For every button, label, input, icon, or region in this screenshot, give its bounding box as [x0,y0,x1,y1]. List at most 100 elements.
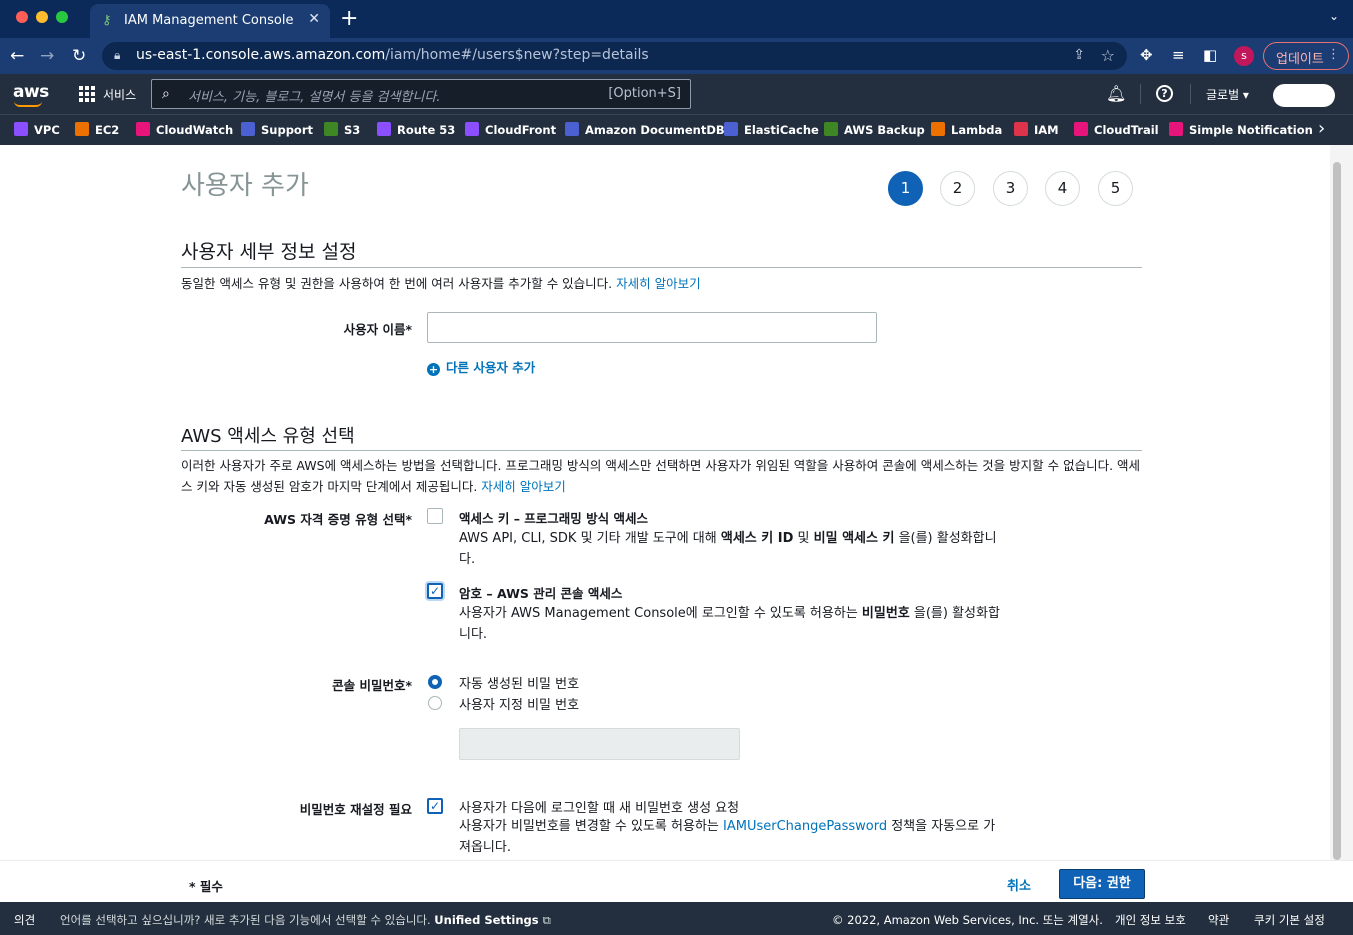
tab-title: IAM Management Console [124,13,294,28]
favorite-s3[interactable]: S3 [324,122,360,137]
favorite-documentdb[interactable]: Amazon DocumentDB [565,122,725,137]
window-zoom-button[interactable] [56,11,68,23]
favorite-cloudtrail[interactable]: CloudTrail [1074,122,1159,137]
username-label: 사용자 이름* [343,322,412,337]
custom-password-radio[interactable] [428,696,442,710]
documentdb-icon [565,122,579,136]
favorites-bar: VPC EC2 CloudWatch Support S3 Route 53 C… [0,114,1353,145]
window-close-button[interactable] [16,11,28,23]
side-panel-icon[interactable]: ◧ [1203,46,1217,64]
share-icon[interactable]: ⇪ [1073,47,1085,63]
extensions-puzzle-icon[interactable]: ✥ [1140,46,1153,64]
notifications-bell-icon[interactable]: 🔔︎ [1106,84,1126,103]
learn-more-link[interactable]: 자세히 알아보기 [616,276,700,291]
favorite-iam[interactable]: IAM [1014,122,1059,137]
media-queue-icon[interactable]: ≡ [1172,46,1185,64]
wizard-step-2[interactable]: 2 [940,171,975,206]
access-key-option-title: 액세스 키 – 프로그래밍 방식 액세스 [459,511,649,526]
elasticache-icon [724,122,738,136]
external-link-icon: ⧉ [542,913,551,927]
tab-search-chevron-icon[interactable]: ⌄ [1329,9,1339,23]
divider [181,450,1142,451]
iam-user-change-password-link[interactable]: IAMUserChangePassword [723,819,887,834]
privacy-link[interactable]: 개인 정보 보호 [1115,912,1186,928]
reset-password-title: 사용자가 다음에 로그인할 때 새 비밀번호 생성 요청 [459,801,740,816]
sns-icon [1169,122,1183,136]
reload-icon[interactable]: ↻ [72,46,86,66]
iam-icon [1014,122,1028,136]
update-button[interactable]: 업데이트 ⋮ [1263,42,1349,70]
favorite-cloudfront[interactable]: CloudFront [465,122,556,137]
favorite-support[interactable]: Support [241,122,313,137]
favorite-ec2[interactable]: EC2 [75,122,119,137]
help-icon[interactable]: ? [1156,85,1173,102]
vpc-icon [14,122,28,136]
access-description: 이러한 사용자가 주로 AWS에 액세스하는 방법을 선택합니다. 프로그래밍 … [181,458,1141,494]
lambda-icon [931,122,945,136]
ec2-icon [75,122,89,136]
services-menu-button[interactable]: 서비스 [103,86,136,103]
terms-link[interactable]: 약관 [1208,912,1229,928]
favorite-cloudwatch[interactable]: CloudWatch [136,122,233,137]
chevron-right-icon[interactable]: › [1318,118,1325,139]
wizard-step-3[interactable]: 3 [993,171,1028,206]
credential-type-label: AWS 자격 증명 유형 선택* [264,512,412,527]
aws-logo[interactable]: aws [13,82,49,107]
username-input[interactable] [427,312,877,343]
browser-tab-active[interactable]: ⚷ IAM Management Console ✕ [90,4,330,38]
console-password-checkbox[interactable]: ✓ [427,583,443,599]
forward-arrow-icon[interactable]: → [40,46,54,66]
iam-key-icon: ⚷ [102,13,112,28]
unified-settings-link[interactable]: Unified Settings [434,913,538,927]
reset-password-checkbox[interactable]: ✓ [427,798,443,814]
services-grid-icon[interactable] [79,86,95,102]
console-password-label: 콘솔 비밀번호* [332,678,412,693]
custom-password-input [459,728,740,760]
access-key-checkbox[interactable] [427,508,443,524]
window-minimize-button[interactable] [36,11,48,23]
favorite-sns[interactable]: Simple Notification Ser [1169,122,1313,137]
console-footer: 의견 언어를 선택하고 싶으십니까? 새로 추가된 다음 기능에서 선택할 수 … [0,902,1353,935]
new-tab-button[interactable]: + [340,6,358,31]
aws-smile-icon [14,101,42,107]
wizard-step-1[interactable]: 1 [888,171,923,206]
access-heading: AWS 액세스 유형 선택 [181,426,355,447]
more-menu-icon: ⋮ [1327,47,1340,62]
divider [181,267,1142,268]
close-tab-icon[interactable]: ✕ [308,11,320,27]
cloudfront-icon [465,122,479,136]
favorite-route53[interactable]: Route 53 [377,122,455,137]
bookmark-star-icon[interactable]: ☆ [1101,46,1115,65]
password-option-desc: 사용자가 AWS Management Console에 로그인할 수 있도록 … [459,606,1000,642]
feedback-link[interactable]: 의견 [14,912,35,928]
scrollbar-thumb[interactable] [1333,162,1341,860]
add-another-user-link[interactable]: + 다른 사용자 추가 [427,357,535,376]
next-permissions-button[interactable]: 다음: 권한 [1059,869,1145,899]
checkmark-icon: ✓ [429,584,441,598]
wizard-step-4[interactable]: 4 [1045,171,1080,206]
favorite-vpc[interactable]: VPC [14,122,60,137]
favorite-lambda[interactable]: Lambda [931,122,1002,137]
back-arrow-icon[interactable]: ← [10,46,24,66]
favorite-elasticache[interactable]: ElastiCache [724,122,819,137]
nav-divider [1190,84,1191,104]
console-search-input[interactable]: ⌕ 서비스, 기능, 블로그, 설명서 등을 검색합니다. [Option+S] [151,79,691,109]
profile-avatar[interactable]: s [1234,46,1254,66]
learn-more-link[interactable]: 자세히 알아보기 [481,479,565,494]
update-label: 업데이트 [1276,52,1324,67]
reset-password-desc: 사용자가 비밀번호를 변경할 수 있도록 허용하는 IAMUserChangeP… [459,819,996,855]
auto-password-radio[interactable] [428,675,442,689]
wizard-step-5[interactable]: 5 [1098,171,1133,206]
s3-icon [324,122,338,136]
cancel-button[interactable]: 취소 [1007,875,1031,894]
favorite-aws-backup[interactable]: AWS Backup [824,122,925,137]
cookie-preferences-link[interactable]: 쿠키 기본 설정 [1254,912,1325,928]
region-selector[interactable]: 글로벌 ▾ [1206,86,1249,103]
plus-circle-icon: + [427,363,440,376]
route53-icon [377,122,391,136]
checkmark-icon: ✓ [429,799,441,813]
account-menu-button[interactable] [1273,84,1335,107]
cloudwatch-icon [136,122,150,136]
nav-divider [1140,84,1141,104]
url-bar[interactable]: 🔒︎ us-east-1.console.aws.amazon.com/iam/… [102,42,1127,70]
